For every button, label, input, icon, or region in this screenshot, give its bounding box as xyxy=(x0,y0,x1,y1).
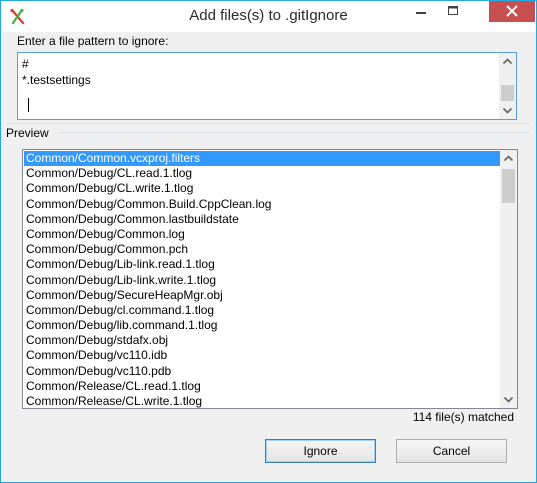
matched-count: 114 file(s) matched xyxy=(412,410,514,424)
list-item[interactable]: Common/Debug/stdafx.obj xyxy=(24,333,500,348)
ignore-button[interactable]: Ignore xyxy=(265,439,376,463)
list-item[interactable]: Common/Debug/SecureHeapMgr.obj xyxy=(24,288,500,303)
list-item[interactable]: Common/Release/CL.read.1.tlog xyxy=(24,379,500,394)
scroll-up-arrow-icon[interactable] xyxy=(500,150,517,167)
list-item[interactable]: Common/Debug/Common.log xyxy=(24,227,500,242)
close-icon xyxy=(506,5,518,17)
list-item[interactable]: Common/Common.vcxproj.filters xyxy=(24,151,500,167)
scroll-thumb[interactable] xyxy=(502,169,515,203)
preview-group-line xyxy=(59,132,529,133)
list-item[interactable]: Common/Release/CL.write.1.tlog xyxy=(24,394,500,408)
pattern-input[interactable]: # *.testsettings xyxy=(17,52,517,120)
text-caret xyxy=(28,98,29,112)
scroll-thumb[interactable] xyxy=(501,85,514,101)
maximize-icon xyxy=(448,6,458,15)
list-item[interactable]: Common/Debug/Lib-link.read.1.tlog xyxy=(24,257,500,272)
divider xyxy=(7,123,529,124)
minimize-icon xyxy=(416,12,426,14)
minimize-button[interactable] xyxy=(406,1,436,22)
list-item[interactable]: Common/Debug/Common.pch xyxy=(24,242,500,257)
list-item[interactable]: Common/Debug/CL.read.1.tlog xyxy=(24,166,500,181)
scroll-down-arrow-icon[interactable] xyxy=(499,102,516,119)
list-item[interactable]: Common/Debug/Common.lastbuildstate xyxy=(24,212,500,227)
list-item[interactable]: Common/Debug/lib.command.1.tlog xyxy=(24,318,500,333)
preview-label: Preview xyxy=(6,126,49,140)
list-item[interactable]: Common/Debug/vc110.pdb xyxy=(24,364,500,379)
list-item[interactable]: Common/Debug/cl.command.1.tlog xyxy=(24,303,500,318)
pattern-scrollbar[interactable] xyxy=(499,53,516,119)
list-item[interactable]: Common/Debug/vc110.idb xyxy=(24,348,500,363)
list-item[interactable]: Common/Debug/CL.write.1.tlog xyxy=(24,181,500,196)
close-button[interactable] xyxy=(489,1,535,22)
preview-list-items: Common/Common.vcxproj.filters Common/Debu… xyxy=(24,151,500,408)
preview-list[interactable]: Common/Common.vcxproj.filters Common/Debu… xyxy=(22,149,518,409)
title-bar[interactable]: Add files(s) to .gitIgnore xyxy=(1,1,536,32)
scroll-down-arrow-icon[interactable] xyxy=(500,391,517,408)
dialog-window: Add files(s) to .gitIgnore Enter a file … xyxy=(0,0,537,483)
pattern-line-2: *.testsettings xyxy=(22,73,91,87)
list-item[interactable]: Common/Debug/Lib-link.write.1.tlog xyxy=(24,273,500,288)
list-item[interactable]: Common/Debug/Common.Build.CppClean.log xyxy=(24,197,500,212)
pattern-text[interactable]: # *.testsettings xyxy=(22,56,91,88)
pattern-label: Enter a file pattern to ignore: xyxy=(17,34,169,48)
cancel-button[interactable]: Cancel xyxy=(396,439,507,463)
maximize-button[interactable] xyxy=(438,1,468,22)
pattern-line-1: # xyxy=(22,57,29,71)
scroll-up-arrow-icon[interactable] xyxy=(499,53,516,70)
preview-scrollbar[interactable] xyxy=(500,150,517,408)
